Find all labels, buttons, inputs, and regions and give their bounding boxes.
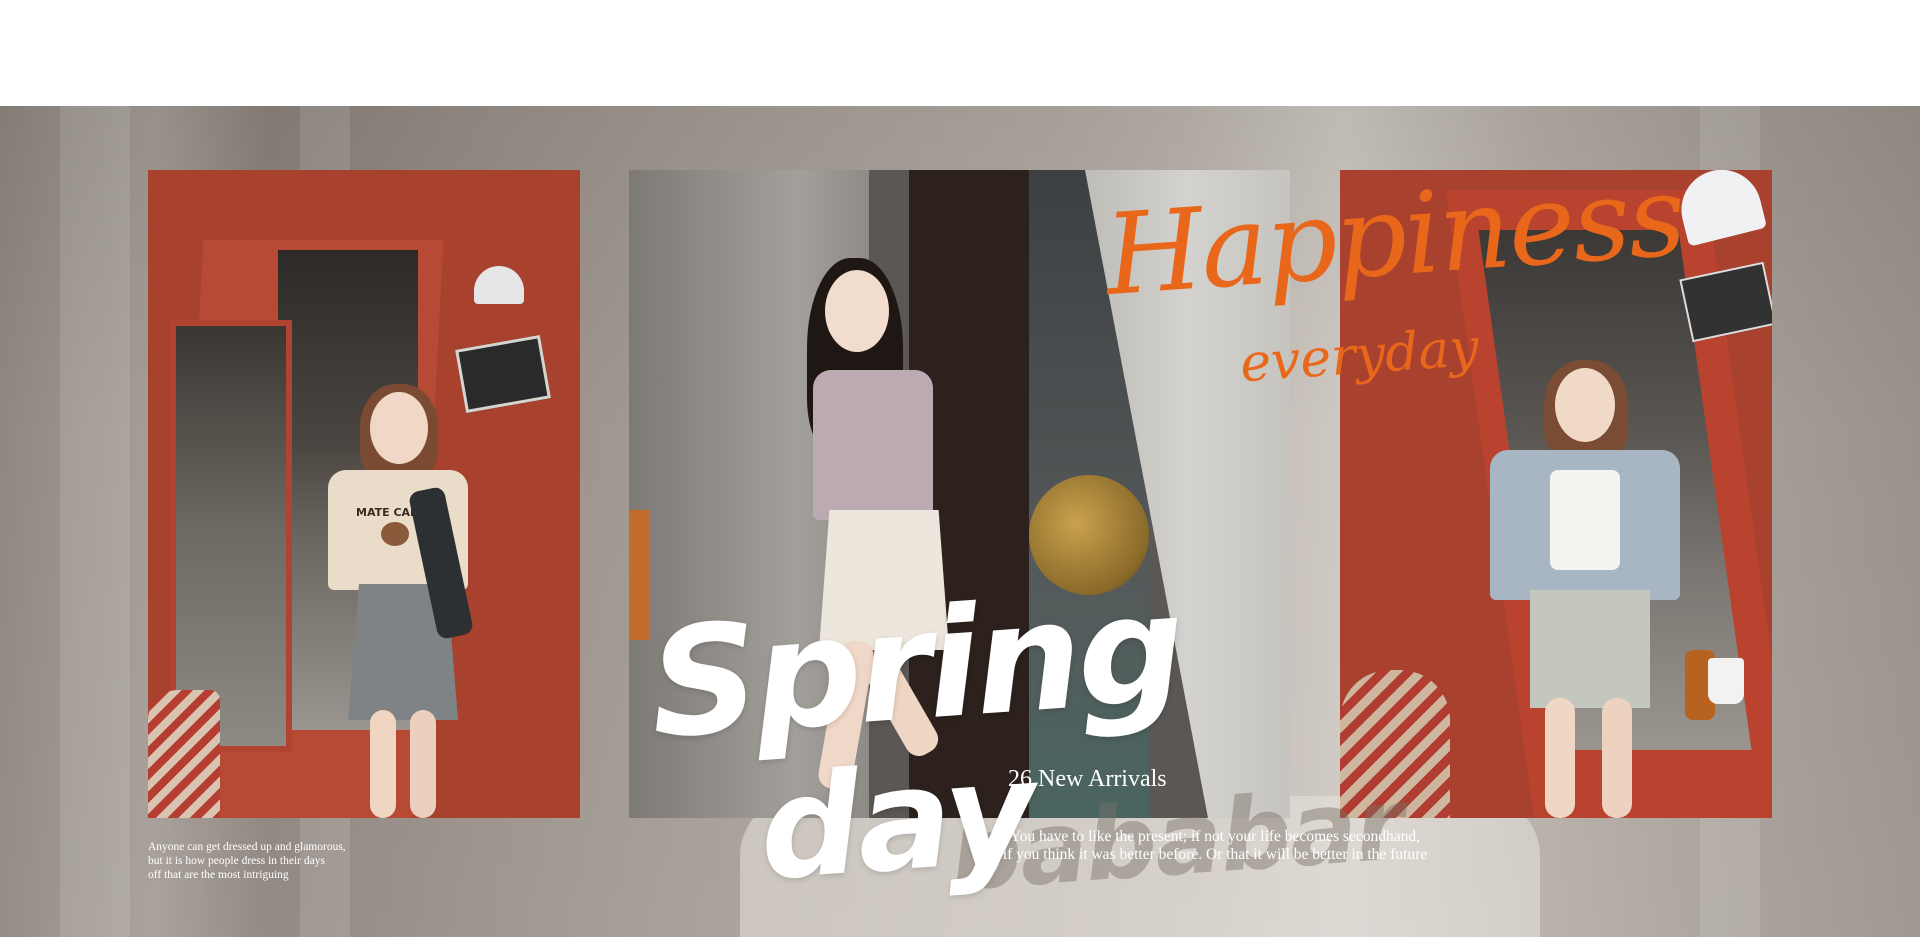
caption-line: but it is how people dress in their days [148, 855, 325, 867]
quote-line: You have to like the present; if not you… [1010, 828, 1420, 845]
shop-plaque [455, 335, 551, 413]
top-bar [0, 0, 1920, 106]
quote-text: You have to like the present; if not you… [1000, 828, 1430, 864]
wall-lamp [474, 266, 524, 304]
caption-line: off that are the most intriguing [148, 869, 289, 881]
door-glass-panel [170, 320, 292, 752]
headline-day: day [754, 730, 1038, 913]
new-arrivals-count[interactable]: 26 New Arrivals [1008, 766, 1167, 793]
wall-lamp [1672, 170, 1768, 247]
left-caption: Anyone can get dressed up and glamorous,… [148, 840, 346, 882]
headline-spring: Spring [644, 561, 1187, 773]
caption-line: Anyone can get dressed up and glamorous, [148, 841, 346, 853]
everyday-script-subtitle: everyday [1238, 317, 1481, 395]
cafe-chair [148, 690, 220, 818]
quote-line: if you think it was better before. Or th… [1002, 846, 1428, 863]
left-model-photo[interactable]: MATE CAFE [148, 170, 580, 818]
